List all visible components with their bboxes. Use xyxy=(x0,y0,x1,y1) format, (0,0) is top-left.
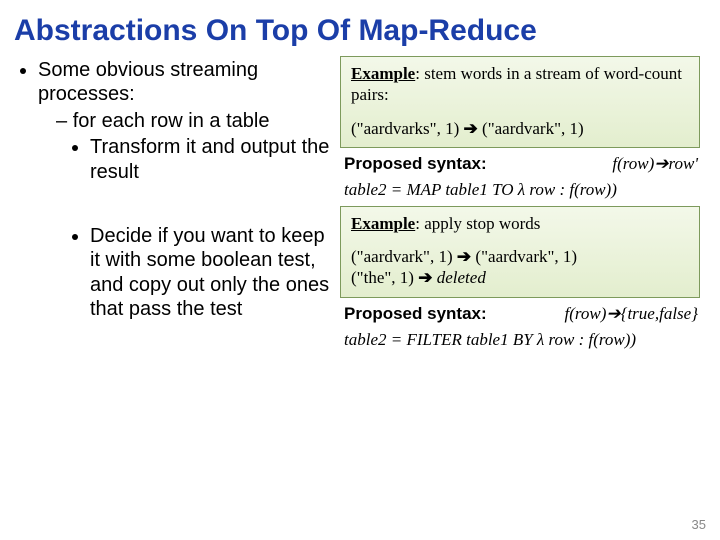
bullet-sub1a: Transform it and output the result xyxy=(90,135,340,184)
syntax2-label: Proposed syntax: xyxy=(344,304,487,324)
content-columns: Some obvious streaming processes: for ea… xyxy=(0,52,720,356)
example1-label: Example xyxy=(351,64,415,83)
example2-text: : apply stop words xyxy=(415,214,540,233)
code-line-2: table2 = FILTER table1 BY λ row : f(row)… xyxy=(340,328,700,356)
example-box-2: Example: apply stop words ("aardvark", 1… xyxy=(340,206,700,298)
code-line-1: table2 = MAP table1 TO λ row : f(row)) xyxy=(340,178,700,206)
example2-t1l: ("aardvark", 1) xyxy=(351,247,453,266)
slide-title: Abstractions On Top Of Map-Reduce xyxy=(0,0,720,52)
bullet-top: Some obvious streaming processes: for ea… xyxy=(38,58,340,322)
example1-left: ("aardvarks", 1) xyxy=(351,119,459,138)
syntax1-label: Proposed syntax: xyxy=(344,154,487,174)
arrow-icon: ➔ xyxy=(457,247,471,266)
example2-t1r: ("aardvark", 1) xyxy=(475,247,577,266)
syntax-row-2: Proposed syntax: f(row)➔{true,false} xyxy=(340,302,700,328)
syntax2-val: f(row)➔{true,false} xyxy=(565,304,698,324)
page-number: 35 xyxy=(692,517,706,532)
bullet-sub1b: Decide if you want to keep it with some … xyxy=(90,224,340,322)
syntax-row-1: Proposed syntax: f(row)➔row' xyxy=(340,152,700,178)
arrow-icon: ➔ xyxy=(418,268,432,287)
bullet-sub1-text: for each row in a table xyxy=(73,110,270,132)
syntax1-val: f(row)➔row' xyxy=(612,154,698,174)
bullet-top-text: Some obvious streaming processes: xyxy=(38,59,258,105)
example2-t2l: ("the", 1) xyxy=(351,268,414,287)
example-box-1: Example: stem words in a stream of word-… xyxy=(340,56,700,148)
example1-right: ("aardvark", 1) xyxy=(482,119,584,138)
right-column: Example: stem words in a stream of word-… xyxy=(340,52,700,356)
left-column: Some obvious streaming processes: for ea… xyxy=(10,52,340,356)
bullet-sub1: for each row in a table Transform it and… xyxy=(56,109,340,322)
arrow-icon: ➔ xyxy=(464,119,478,138)
example2-t2r: deleted xyxy=(437,268,486,287)
example2-label: Example xyxy=(351,214,415,233)
